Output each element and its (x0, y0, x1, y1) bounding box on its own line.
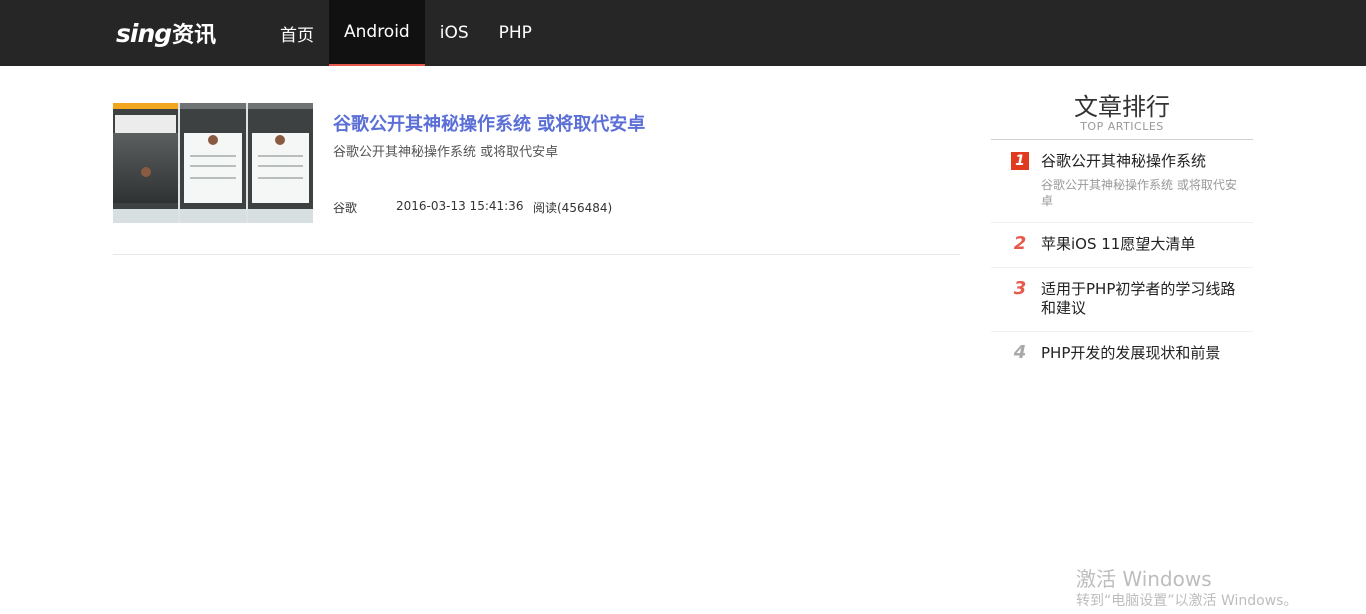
top-articles-sidebar: 文章排行 TOP ARTICLES 1 谷歌公开其神秘操作系统 谷歌公开其神秘操… (991, 90, 1253, 376)
sidebar-subtitle: TOP ARTICLES (1080, 120, 1164, 133)
ranking-item-desc: 谷歌公开其神秘操作系统 或将取代安卓 (1041, 178, 1237, 208)
ranking-item[interactable]: 4 PHP开发的发展现状和前景 (991, 332, 1253, 376)
ranking-item-title[interactable]: 谷歌公开其神秘操作系统 (1041, 152, 1241, 171)
ranking-item-title[interactable]: 适用于PHP初学者的学习线路和建议 (1041, 280, 1241, 318)
windows-activation-title: 激活 Windows (1076, 567, 1212, 591)
nav-item-android[interactable]: Android (329, 0, 425, 66)
logo-text-cjk: 资讯 (172, 23, 217, 48)
article-view-count: 阅读(456484) (533, 201, 613, 215)
top-navbar: sing 资讯 首页 Android iOS PHP (0, 0, 1366, 66)
logo-text-latin: sing (116, 18, 172, 48)
sidebar-title: 文章排行 (1074, 93, 1170, 121)
article-category[interactable]: 谷歌 (333, 199, 357, 216)
ranking-item[interactable]: 3 适用于PHP初学者的学习线路和建议 (991, 268, 1253, 332)
windows-activation-hint: 转到“电脑设置”以激活 Windows。 (1076, 593, 1298, 609)
article-title-link[interactable]: 谷歌公开其神秘操作系统 或将取代安卓 (333, 110, 645, 136)
nav-item-ios[interactable]: iOS (425, 0, 484, 66)
thumbnail-screen-3 (247, 103, 313, 223)
rank-number-badge: 2 (1013, 233, 1027, 254)
ranking-item-title[interactable]: PHP开发的发展现状和前景 (1041, 344, 1241, 363)
ranking-item[interactable]: 1 谷歌公开其神秘操作系统 谷歌公开其神秘操作系统 或将取代安卓 (991, 140, 1253, 223)
thumbnail-screen-2 (180, 103, 246, 223)
rank-number-badge: 4 (1013, 342, 1027, 363)
article-list-item: 谷歌公开其神秘操作系统 或将取代安卓 谷歌公开其神秘操作系统 或将取代安卓 谷歌… (113, 103, 960, 255)
site-logo[interactable]: sing 资讯 (116, 16, 216, 50)
article-date: 2016-03-13 15:41:36 (396, 199, 524, 213)
article-thumbnail[interactable] (113, 103, 313, 223)
rank-number-badge: 3 (1013, 278, 1027, 299)
nav-item-home[interactable]: 首页 (265, 0, 329, 66)
rank-number-badge: 1 (1011, 152, 1029, 170)
ranking-item[interactable]: 2 苹果iOS 11愿望大清单 (991, 223, 1253, 268)
thumbnail-screen-1 (113, 103, 179, 223)
main-nav: 首页 Android iOS PHP (265, 0, 547, 66)
article-summary: 谷歌公开其神秘操作系统 或将取代安卓 (333, 145, 559, 160)
nav-item-php[interactable]: PHP (484, 0, 547, 66)
ranking-item-title[interactable]: 苹果iOS 11愿望大清单 (1041, 235, 1241, 254)
ranking-list: 1 谷歌公开其神秘操作系统 谷歌公开其神秘操作系统 或将取代安卓 2 苹果iOS… (991, 140, 1253, 376)
